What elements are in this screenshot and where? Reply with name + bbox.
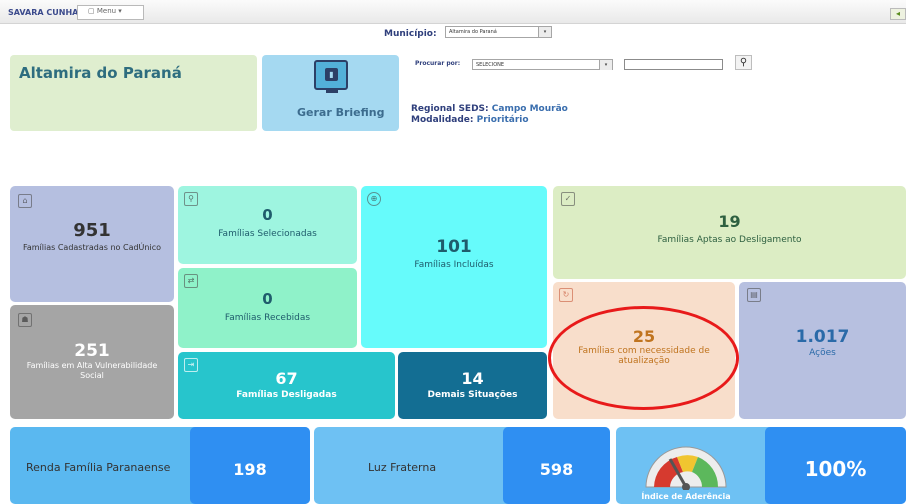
chevron-down-icon: ▾: [538, 27, 551, 37]
search-by-value: SELECIONE: [476, 62, 505, 68]
municipio-value: Altamira do Paraná: [449, 29, 497, 35]
program-label: Luz Fraterna: [368, 461, 437, 474]
highlight-circle: [548, 306, 739, 410]
tile-label: Famílias Recebidas: [224, 313, 311, 323]
tile-value: 19: [718, 212, 741, 231]
regional-info: Regional SEDS: Campo Mourão Modalidade: …: [411, 104, 568, 126]
house-icon: ⌂: [18, 194, 32, 208]
menu-button[interactable]: ▢ Menu ▾: [77, 5, 144, 20]
modalidade-value: Prioritário: [476, 115, 529, 125]
tile-value: 951: [73, 220, 111, 241]
search-family-icon: ⚲: [184, 192, 198, 206]
monitor-chart-icon[interactable]: ▮: [314, 60, 348, 93]
program-label: Renda Família Paranaense: [26, 461, 171, 474]
tile-label: Famílias em Alta Vulnerabilidade Social: [26, 361, 158, 380]
indice-value-box[interactable]: 100%: [765, 427, 906, 504]
clipboard-icon: ▤: [747, 288, 761, 302]
tile-selecionadas[interactable]: ⚲ 0 Famílias Selecionadas: [178, 186, 357, 264]
luz-value-box[interactable]: 598: [503, 427, 610, 504]
tile-label: Demais Situações: [427, 390, 518, 400]
gauge-icon: [645, 446, 727, 490]
tile-acoes[interactable]: ▤ 1.017 Ações: [739, 282, 906, 419]
tile-value: 67: [275, 369, 298, 388]
chevron-down-icon: ▾: [599, 60, 612, 70]
search-input[interactable]: [624, 59, 723, 70]
tile-cadastradas[interactable]: ⌂ 951 Famílias Cadastradas no CadÚnico: [10, 186, 174, 302]
municipio-select[interactable]: Altamira do Paraná ▾: [445, 26, 552, 38]
tile-desligadas[interactable]: ⇥ 67 Famílias Desligadas: [178, 352, 395, 419]
tile-label: Famílias Desligadas: [236, 390, 337, 400]
tile-value: 0: [262, 290, 273, 308]
tile-value: 101: [436, 237, 472, 257]
regional-label: Regional SEDS:: [411, 104, 489, 114]
arrow-left-icon[interactable]: ◂: [890, 8, 906, 20]
chevron-down-icon: ▾: [116, 7, 122, 15]
tile-aptas-desligamento[interactable]: ✓ 19 Famílias Aptas ao Desligamento: [553, 186, 906, 279]
tile-value: 251: [74, 341, 110, 361]
monitor-stand: [326, 90, 338, 93]
menu-label: Menu: [96, 7, 117, 15]
indice-value: 100%: [804, 457, 867, 481]
renda-value-box[interactable]: 198: [190, 427, 310, 504]
generate-briefing-label[interactable]: Gerar Briefing: [297, 106, 385, 119]
program-value: 198: [233, 460, 267, 479]
chart-icon: ▮: [325, 68, 338, 81]
city-name: Altamira do Paraná: [19, 64, 182, 82]
tile-value: 14: [461, 369, 484, 388]
program-value: 598: [539, 460, 574, 479]
tile-label: Famílias Cadastradas no CadÚnico: [22, 243, 161, 252]
family-check-icon: ✓: [561, 192, 575, 206]
tile-value: 1.017: [795, 327, 850, 347]
indice-label: Índice de Aderência: [641, 492, 731, 501]
family-icon: ☗: [18, 313, 32, 327]
regional-value: Campo Mourão: [491, 104, 568, 114]
modalidade-label: Modalidade:: [411, 115, 474, 125]
tile-label: Famílias Incluídas: [414, 260, 494, 270]
transfer-icon: ⇄: [184, 274, 198, 288]
target-icon: ⊕: [367, 192, 381, 206]
tile-label: Ações: [809, 348, 836, 358]
search-by-select[interactable]: SELECIONE ▾: [472, 59, 613, 70]
tile-alta-vulnerabilidade[interactable]: ☗ 251 Famílias em Alta Vulnerabilidade S…: [10, 305, 174, 419]
tile-recebidas[interactable]: ⇄ 0 Famílias Recebidas: [178, 268, 357, 348]
tile-incluidas[interactable]: ⊕ 101 Famílias Incluídas: [361, 186, 547, 348]
tile-demais-situacoes[interactable]: 14 Demais Situações: [398, 352, 547, 419]
municipio-label: Município:: [384, 29, 437, 39]
tile-value: 0: [262, 206, 273, 224]
search-icon[interactable]: ⚲: [735, 55, 752, 70]
menu-icon: ▢: [88, 7, 97, 15]
tile-label: Famílias Selecionadas: [218, 229, 317, 239]
refresh-family-icon: ↻: [559, 288, 573, 302]
tile-label: Famílias Aptas ao Desligamento: [657, 235, 802, 245]
search-by-label: Procurar por:: [415, 60, 461, 67]
user-name[interactable]: SAVARA CUNHA: [8, 8, 78, 17]
